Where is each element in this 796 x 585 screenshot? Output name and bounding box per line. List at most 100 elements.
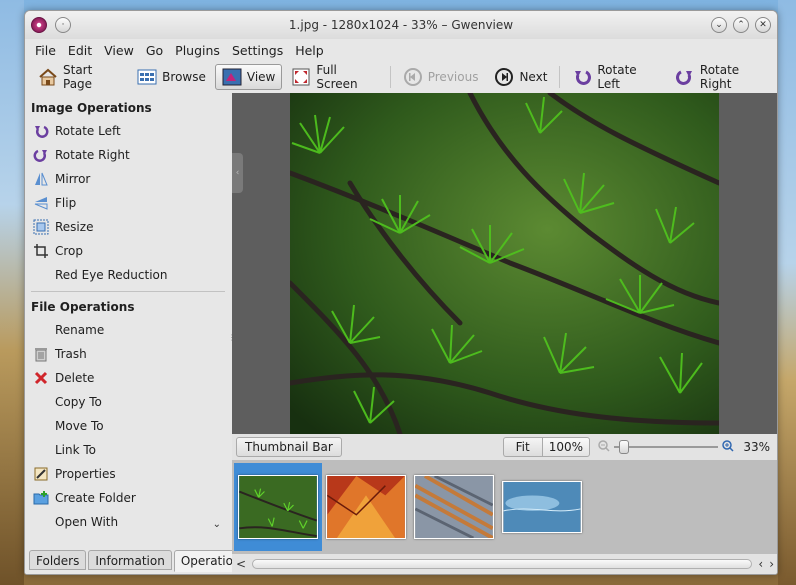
fit-button[interactable]: Fit [502, 437, 542, 457]
op-label: Rotate Right [55, 148, 130, 162]
properties-icon [33, 466, 49, 482]
gwenview-window: · 1.jpg - 1280x1024 - 33% – Gwenview ⌄ ⌃… [24, 10, 778, 575]
sticky-button[interactable]: · [55, 17, 71, 33]
window-title: 1.jpg - 1280x1024 - 33% – Gwenview [288, 18, 514, 32]
tab-folders[interactable]: Folders [29, 550, 87, 570]
sidebar-splitter-handle[interactable]: ⋮ [228, 333, 236, 343]
sidebar: Image Operations Rotate Left Rotate Righ… [25, 93, 254, 574]
tab-information[interactable]: Information [88, 550, 172, 570]
next-icon [494, 67, 514, 87]
desktop-right [778, 0, 796, 585]
view-status-bar: Thumbnail Bar Fit 100% 33% [232, 434, 777, 460]
file-operations-title: File Operations [31, 300, 135, 314]
home-icon [38, 67, 58, 87]
menu-settings[interactable]: Settings [226, 43, 289, 58]
start-page-button[interactable]: Start Page [31, 63, 128, 91]
crop-icon [33, 243, 49, 259]
op-trash[interactable]: Trash [25, 342, 231, 366]
op-create-folder[interactable]: Create Folder [25, 486, 231, 510]
view-button[interactable]: View [214, 64, 283, 90]
maximize-button[interactable]: ⌃ [733, 17, 749, 33]
desktop-left [0, 0, 24, 585]
op-move-to[interactable]: Move To [25, 414, 231, 438]
browse-label: Browse [162, 70, 206, 84]
menu-plugins[interactable]: Plugins [169, 43, 226, 58]
sidebar-tabs: Folders Information Operations [29, 550, 254, 572]
thumb-autumn-leaf[interactable] [322, 463, 410, 551]
menu-edit[interactable]: Edit [62, 43, 98, 58]
op-copy-to[interactable]: Copy To [25, 390, 231, 414]
op-mirror[interactable]: Mirror [25, 167, 231, 191]
rotate-right-icon [33, 147, 49, 163]
image-viewer[interactable]: ‹ [232, 93, 777, 434]
main-image [290, 93, 719, 434]
menu-view[interactable]: View [98, 43, 140, 58]
thumb-pine[interactable] [234, 463, 322, 551]
op-properties[interactable]: Properties [25, 462, 231, 486]
op-label: Flip [55, 196, 77, 210]
op-label: Create Folder [55, 491, 136, 505]
browse-button[interactable]: Browse [130, 64, 213, 90]
op-resize[interactable]: Resize [25, 215, 231, 239]
zoom-slider-knob[interactable] [618, 440, 629, 454]
scroll-right-icon[interactable]: › [769, 557, 774, 571]
zoom-slider-track [614, 446, 718, 448]
op-flip[interactable]: Flip [25, 191, 231, 215]
view-image-icon [222, 67, 242, 87]
op-label: Resize [55, 220, 94, 234]
rotate-left-label: Rotate Left [597, 63, 637, 91]
op-label: Copy To [55, 395, 102, 409]
op-label: Crop [55, 244, 84, 258]
scroll-left-icon[interactable]: ‹ [758, 557, 763, 571]
op-crop[interactable]: Crop [25, 239, 231, 263]
minimize-button[interactable]: ⌄ [711, 17, 727, 33]
menu-file[interactable]: File [29, 43, 62, 58]
full-screen-button[interactable]: Full Screen [284, 63, 384, 91]
thumbnail-scrollbar[interactable]: < ‹ › [232, 554, 777, 574]
previous-label: Previous [427, 70, 479, 84]
thumb-rust-image [414, 475, 494, 539]
zoom-100-button[interactable]: 100% [541, 437, 590, 457]
op-link-to[interactable]: Link To [25, 438, 231, 462]
scrollbar-handle[interactable] [252, 559, 753, 569]
op-red-eye-reduction[interactable]: Red Eye Reduction [25, 263, 231, 287]
op-label: Link To [55, 443, 97, 457]
thumbnail-bar [232, 460, 777, 554]
thumbnail-bar-toggle[interactable]: Thumbnail Bar [236, 437, 342, 457]
menu-bar: File Edit View Go Plugins Settings Help [25, 39, 777, 61]
zoom-slider[interactable] [614, 440, 718, 454]
op-label: Move To [55, 419, 104, 433]
op-label: Open With [55, 515, 119, 529]
op-rotate-right[interactable]: Rotate Right [25, 143, 231, 167]
zoom-out-icon[interactable] [598, 439, 610, 455]
menu-help[interactable]: Help [289, 43, 330, 58]
rotate-right-button[interactable]: Rotate Right [668, 63, 777, 91]
op-label: Rotate Left [55, 124, 121, 138]
scroll-start-icon[interactable]: < [236, 557, 246, 571]
flip-icon [33, 195, 49, 211]
scroll-down-icon[interactable]: ⌄ [213, 519, 221, 530]
previous-button[interactable]: Previous [396, 64, 486, 90]
zoom-in-icon[interactable] [722, 439, 734, 455]
rotate-left-button[interactable]: Rotate Left [565, 63, 666, 91]
op-label: Delete [55, 371, 95, 385]
close-button[interactable]: ✕ [755, 17, 771, 33]
thumb-rust[interactable] [410, 463, 498, 551]
create-folder-icon [33, 490, 49, 506]
app-icon[interactable] [31, 17, 47, 33]
op-delete[interactable]: Delete [25, 366, 231, 390]
thumb-pine-image [238, 475, 318, 539]
blank-icon [33, 514, 49, 530]
op-open-with[interactable]: Open With [25, 510, 231, 534]
menu-go[interactable]: Go [140, 43, 169, 58]
op-label: Red Eye Reduction [55, 268, 168, 282]
op-rotate-left[interactable]: Rotate Left [25, 119, 231, 143]
next-button[interactable]: Next [487, 64, 554, 90]
thumb-blue[interactable] [498, 463, 586, 551]
title-bar[interactable]: · 1.jpg - 1280x1024 - 33% – Gwenview ⌄ ⌃… [25, 11, 777, 39]
sidebar-toggle-handle[interactable]: ‹ [232, 153, 243, 193]
op-rename[interactable]: Rename [25, 318, 231, 342]
delete-icon [33, 370, 49, 386]
zoom-level: 33% [743, 440, 770, 454]
rotate-right-icon [675, 67, 695, 87]
